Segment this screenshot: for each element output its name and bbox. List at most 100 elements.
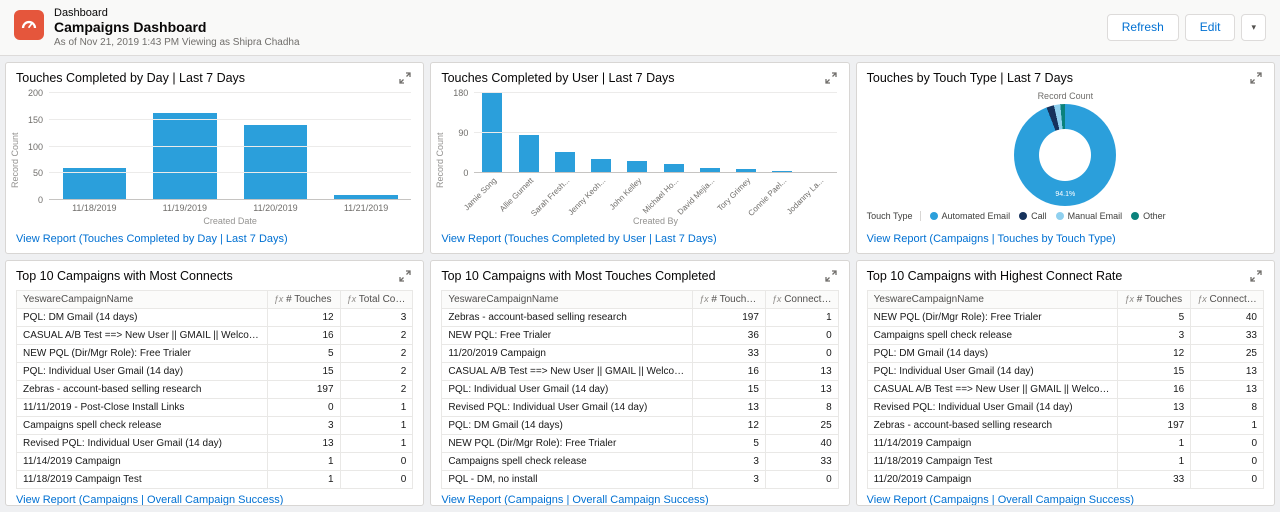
x-axis-title: Created Date bbox=[23, 215, 411, 228]
value-cell: 0 bbox=[1191, 471, 1264, 489]
column-header[interactable]: YeswareCampaignName bbox=[867, 291, 1118, 309]
campaign-name-cell: Revised PQL: Individual User Gmail (14 d… bbox=[17, 435, 268, 453]
x-axis-title: Created By bbox=[448, 215, 836, 228]
value-cell: 1 bbox=[1118, 435, 1191, 453]
formula-icon: ƒx bbox=[347, 294, 357, 304]
column-label: # Touches bbox=[1137, 294, 1182, 305]
card-touches-by-user: Touches Completed by User | Last 7 Days … bbox=[430, 62, 849, 254]
column-header[interactable]: YeswareCampaignName bbox=[442, 291, 693, 309]
gridline bbox=[49, 146, 411, 147]
legend-item[interactable]: Manual Email bbox=[1056, 211, 1123, 221]
table-row: NEW PQL (Dir/Mgr Role): Free Trialer540 bbox=[442, 435, 838, 453]
table-row: Campaigns spell check release333 bbox=[867, 327, 1263, 345]
refresh-button[interactable]: Refresh bbox=[1107, 14, 1179, 40]
card-touches-by-touch-type: Touches by Touch Type | Last 7 Days Reco… bbox=[856, 62, 1275, 254]
donut-title: Record Count bbox=[867, 89, 1264, 101]
donut-chart[interactable]: 94.1% bbox=[1014, 104, 1116, 206]
value-cell: 13 bbox=[693, 399, 766, 417]
column-header[interactable]: ƒx # Touches bbox=[267, 291, 340, 309]
campaign-name-cell: PQL: DM Gmail (14 days) bbox=[17, 309, 268, 327]
view-report-link[interactable]: View Report (Campaigns | Touches by Touc… bbox=[857, 228, 1274, 253]
column-header[interactable]: ƒx # Touches bbox=[1118, 291, 1191, 309]
value-cell: 2 bbox=[340, 363, 413, 381]
value-cell: 15 bbox=[693, 381, 766, 399]
table-row: CASUAL A/B Test ==> New User || GMAIL ||… bbox=[442, 363, 838, 381]
campaign-name-cell: Revised PQL: Individual User Gmail (14 d… bbox=[442, 399, 693, 417]
bars bbox=[49, 93, 411, 200]
column-label: YeswareCampaignName bbox=[23, 294, 133, 305]
column-header[interactable]: ƒx Total Connects ↓ bbox=[340, 291, 413, 309]
expand-icon[interactable] bbox=[397, 70, 413, 86]
view-report-link[interactable]: View Report (Campaigns | Overall Campaig… bbox=[857, 489, 1274, 506]
value-cell: 0 bbox=[1191, 435, 1264, 453]
bar[interactable] bbox=[519, 135, 539, 173]
dashboard-header: Dashboard Campaigns Dashboard As of Nov … bbox=[0, 0, 1280, 56]
expand-icon[interactable] bbox=[1248, 70, 1264, 86]
legend-title: Touch Type bbox=[867, 211, 921, 221]
y-tick-label: 90 bbox=[458, 128, 468, 138]
column-label: Total Connects bbox=[359, 294, 413, 305]
bar-chart-by-user: Record Count 090180 Jamie SongAllie Gurn… bbox=[431, 89, 848, 228]
bar[interactable] bbox=[482, 93, 502, 173]
legend-item[interactable]: Automated Email bbox=[930, 211, 1011, 221]
campaign-name-cell: 11/14/2019 Campaign bbox=[17, 453, 268, 471]
card-title: Touches Completed by Day | Last 7 Days bbox=[16, 71, 245, 85]
value-cell: 33 bbox=[765, 453, 838, 471]
table-row: 11/14/2019 Campaign10 bbox=[867, 435, 1263, 453]
y-tick-label: 0 bbox=[38, 195, 43, 205]
value-cell: 5 bbox=[1118, 309, 1191, 327]
column-header[interactable]: ƒx Connect % ↓ bbox=[1191, 291, 1264, 309]
view-report-link[interactable]: View Report (Touches Completed by Day | … bbox=[6, 228, 423, 253]
campaign-name-cell: NEW PQL (Dir/Mgr Role): Free Trialer bbox=[442, 435, 693, 453]
card-most-connects: Top 10 Campaigns with Most Connects Yesw… bbox=[5, 260, 424, 506]
campaign-name-cell: 11/20/2019 Campaign bbox=[442, 345, 693, 363]
expand-icon[interactable] bbox=[823, 70, 839, 86]
column-header[interactable]: YeswareCampaignName bbox=[17, 291, 268, 309]
page-title: Campaigns Dashboard bbox=[54, 19, 300, 36]
formula-icon: ƒx bbox=[1124, 294, 1134, 304]
highest-connect-rate-table: YeswareCampaignNameƒx # Touchesƒx Connec… bbox=[867, 290, 1264, 489]
y-tick-label: 100 bbox=[28, 142, 43, 152]
legend-item[interactable]: Other bbox=[1131, 211, 1166, 221]
column-header[interactable]: ƒx Connect % bbox=[765, 291, 838, 309]
table-row: Zebras - account-based selling research1… bbox=[442, 309, 838, 327]
legend-items: Automated Email Call Manual Email Other bbox=[930, 211, 1166, 221]
edit-button[interactable]: Edit bbox=[1185, 14, 1236, 40]
campaign-name-cell: 11/14/2019 Campaign bbox=[867, 435, 1118, 453]
card-title: Top 10 Campaigns with Most Connects bbox=[16, 269, 233, 283]
view-report-link[interactable]: View Report (Campaigns | Overall Campaig… bbox=[6, 489, 423, 506]
bar[interactable] bbox=[153, 113, 216, 200]
table-row: Zebras - account-based selling research1… bbox=[17, 381, 413, 399]
expand-icon[interactable] bbox=[397, 268, 413, 284]
legend: Touch Type Automated Email Call Manual Ema… bbox=[867, 208, 1264, 221]
column-label: YeswareCampaignName bbox=[874, 294, 984, 305]
bar[interactable] bbox=[555, 152, 575, 173]
object-label: Dashboard bbox=[54, 7, 300, 19]
campaign-name-cell: PQL: Individual User Gmail (14 day) bbox=[17, 363, 268, 381]
bar[interactable] bbox=[591, 159, 611, 173]
table-row: 11/11/2019 - Post-Close Install Links01 bbox=[17, 399, 413, 417]
more-actions-button[interactable]: ▾ bbox=[1241, 14, 1266, 40]
column-label: Connect % bbox=[1210, 294, 1259, 305]
value-cell: 13 bbox=[1191, 363, 1264, 381]
expand-icon[interactable] bbox=[1248, 268, 1264, 284]
view-report-link[interactable]: View Report (Touches Completed by User |… bbox=[431, 228, 848, 253]
value-cell: 25 bbox=[765, 417, 838, 435]
value-cell: 1 bbox=[340, 417, 413, 435]
value-cell: 13 bbox=[267, 435, 340, 453]
expand-icon[interactable] bbox=[823, 268, 839, 284]
value-cell: 15 bbox=[267, 363, 340, 381]
table-header-row: YeswareCampaignNameƒx # Touchesƒx Total … bbox=[17, 291, 413, 309]
value-cell: 13 bbox=[1191, 381, 1264, 399]
view-report-link[interactable]: View Report (Campaigns | Overall Campaig… bbox=[431, 489, 848, 506]
legend-item[interactable]: Call bbox=[1019, 211, 1047, 221]
gridline bbox=[49, 119, 411, 120]
legend-dot-icon bbox=[1131, 212, 1139, 220]
table-row: Campaigns spell check release31 bbox=[17, 417, 413, 435]
column-header[interactable]: ƒx # Touches ↓ bbox=[693, 291, 766, 309]
bar-slot bbox=[321, 93, 412, 200]
bar-slot bbox=[474, 93, 510, 173]
column-label: Connect % bbox=[784, 294, 833, 305]
bar[interactable] bbox=[244, 125, 307, 200]
table-row: Zebras - account-based selling research1… bbox=[867, 417, 1263, 435]
